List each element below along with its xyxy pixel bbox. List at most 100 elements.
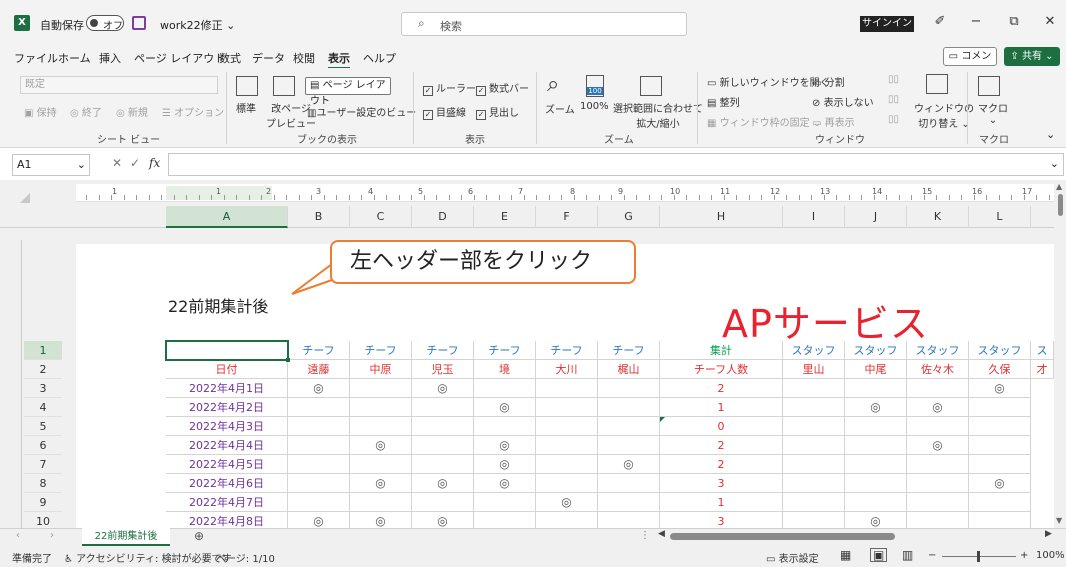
ruler-tick <box>361 195 362 200</box>
freeze-icon: ▦ <box>707 118 717 129</box>
menu-formulas[interactable]: 数式 <box>219 50 241 66</box>
group-zoom: ズーム <box>604 135 634 146</box>
scroll-right-icon[interactable]: ▶ <box>1045 529 1052 539</box>
horizontal-scroll-thumb[interactable] <box>670 533 895 540</box>
next-sheet-icon[interactable]: › <box>50 530 54 541</box>
menu-home[interactable]: ホーム <box>58 50 91 66</box>
sheet-tab[interactable]: 22前期集計後 <box>82 528 170 546</box>
zoom-percent[interactable]: 100% <box>1036 550 1065 561</box>
scroll-down-icon[interactable]: ▼ <box>1056 516 1062 525</box>
zoom-out-icon[interactable]: − <box>928 550 936 561</box>
column-header[interactable]: A <box>166 206 288 228</box>
column-header[interactable]: E <box>474 206 536 228</box>
page-break-view-icon[interactable]: ▥ <box>902 548 913 562</box>
new-button[interactable]: ◎ 新規 <box>116 104 148 119</box>
ruler-number: 4 <box>368 187 374 196</box>
menu-data[interactable]: データ <box>252 50 285 66</box>
keep-button[interactable]: ▣ 保持 <box>24 104 57 119</box>
name-box[interactable]: A1 ⌄ <box>12 154 90 176</box>
signin-button[interactable]: サインイン <box>860 16 914 32</box>
column-header[interactable]: H <box>660 206 783 228</box>
ruler-checkbox[interactable]: ✓ ルーラー <box>423 80 476 96</box>
search-box[interactable]: ⌕ 検索 <box>401 12 687 36</box>
exit-button[interactable]: ◎ 終了 <box>70 104 102 119</box>
menu-review[interactable]: 校閲 <box>293 50 315 66</box>
menu-view[interactable]: 表示 <box>328 50 350 69</box>
column-header[interactable]: D <box>412 206 474 228</box>
side-by-side-icon[interactable]: ▯▯ <box>888 74 899 85</box>
column-header[interactable]: J <box>845 206 907 228</box>
chevron-down-icon: ⌄ <box>76 158 86 171</box>
column-headers: ABCDEFGHIJKL <box>0 206 1054 228</box>
zoom-selection-button[interactable]: 選択範囲に合わせて 拡大/縮小 <box>613 100 703 130</box>
zoom-button[interactable]: ズーム <box>545 101 575 116</box>
page-layout-button[interactable]: ▤ ページ レイアウト <box>305 77 391 107</box>
column-header[interactable]: F <box>536 206 598 228</box>
formula-bar-checkbox[interactable]: ✓ 数式バー <box>476 80 529 96</box>
status-ready: 準備完了 <box>12 554 52 565</box>
page-layout-view-icon[interactable]: ▣ <box>870 548 888 562</box>
split-button[interactable]: ▭ 分割 <box>812 74 845 89</box>
left-header-text[interactable]: 22前期集計後 <box>168 293 268 317</box>
normal-view-icon[interactable]: ▦ <box>840 548 851 562</box>
freeze-panes-button[interactable]: ▦ ウィンドウ枠の固定 ⌄ <box>707 114 821 129</box>
hide-button[interactable]: ⊘ 表示しない <box>812 94 874 109</box>
menu-insert[interactable]: 挿入 <box>99 50 121 66</box>
arrange-button[interactable]: ▤ 整列 <box>707 94 740 109</box>
gridlines-checkbox[interactable]: ✓ 目盛線 <box>423 104 466 120</box>
collapse-ribbon-icon[interactable]: ⌄ <box>1046 128 1055 141</box>
close-button[interactable]: ✕ <box>1040 14 1060 29</box>
autosave-label: 自動保存 <box>40 19 84 32</box>
scroll-left-icon[interactable]: ◀ <box>658 529 665 539</box>
sync-scroll-icon[interactable]: ▯▯ <box>888 94 899 105</box>
pen-icon[interactable]: ✐ <box>930 14 950 29</box>
display-settings-button[interactable]: ▭ 表示設定 <box>766 550 819 565</box>
ruler-tick <box>123 195 125 200</box>
callout-pointer-mask <box>334 259 342 277</box>
ruler-tick <box>348 195 350 200</box>
column-header[interactable]: G <box>598 206 660 228</box>
ruler-number: 6 <box>468 187 474 196</box>
cancel-icon[interactable]: ✕ <box>112 156 122 170</box>
headings-checkbox[interactable]: ✓ 見出し <box>476 104 519 120</box>
insert-function-button[interactable]: fx <box>149 156 160 170</box>
zoom-in-icon[interactable]: + <box>1020 550 1028 561</box>
select-all-icon[interactable] <box>20 193 30 203</box>
macro-button[interactable]: マクロ ⌄ <box>978 100 1008 126</box>
prev-sheet-icon[interactable]: ‹ <box>16 530 20 541</box>
formula-input[interactable]: ⌄ <box>168 153 1064 176</box>
accessibility-status[interactable]: ♿ アクセシビリティ: 検討が必要です <box>64 550 232 565</box>
column-header[interactable]: L <box>969 206 1031 228</box>
menu-file[interactable]: ファイル <box>14 50 58 66</box>
column-header[interactable]: I <box>783 206 845 228</box>
sheet-view-dropdown[interactable]: 既定 <box>20 76 218 94</box>
custom-view-button[interactable]: ▥ユーザー設定のビュー <box>307 104 416 119</box>
restore-button[interactable]: ⧉ <box>1004 14 1024 29</box>
share-button[interactable]: ⇪ 共有 ⌄ <box>1004 47 1060 66</box>
zoom-100-button[interactable]: 100% <box>580 101 609 112</box>
normal-view-button[interactable]: 標準 <box>236 100 256 115</box>
column-header[interactable]: C <box>350 206 412 228</box>
minimize-button[interactable]: − <box>966 14 986 29</box>
enter-icon[interactable]: ✓ <box>130 156 140 170</box>
ribbon-separator <box>697 72 698 144</box>
vertical-scroll-thumb[interactable] <box>1058 194 1063 216</box>
unhide-button[interactable]: ▭ 再表示 <box>812 114 855 129</box>
tab-more-icon[interactable]: ⋮ <box>640 530 650 541</box>
options-button[interactable]: ☰ オプション <box>162 104 224 119</box>
comment-button[interactable]: ▭ コメント <box>943 47 997 79</box>
add-sheet-icon[interactable]: ⊕ <box>194 529 204 543</box>
reset-position-icon[interactable]: ▯▯ <box>888 114 899 125</box>
column-header[interactable]: B <box>288 206 350 228</box>
vertical-scrollbar[interactable] <box>1054 180 1066 528</box>
menu-page-layout[interactable]: ページ レイアウト <box>134 50 225 66</box>
file-name[interactable]: work22修正 ⌄ <box>160 17 235 33</box>
grid-icon <box>236 76 258 96</box>
autosave-toggle[interactable]: オフ <box>86 15 124 32</box>
save-icon[interactable] <box>132 16 146 30</box>
scroll-up-icon[interactable]: ▲ <box>1056 182 1062 191</box>
zoom-slider-thumb[interactable] <box>977 551 980 562</box>
menu-help[interactable]: ヘルプ <box>363 50 396 66</box>
switch-window-button[interactable]: ウィンドウの 切り替え ⌄ <box>914 100 974 130</box>
column-header[interactable]: K <box>907 206 969 228</box>
